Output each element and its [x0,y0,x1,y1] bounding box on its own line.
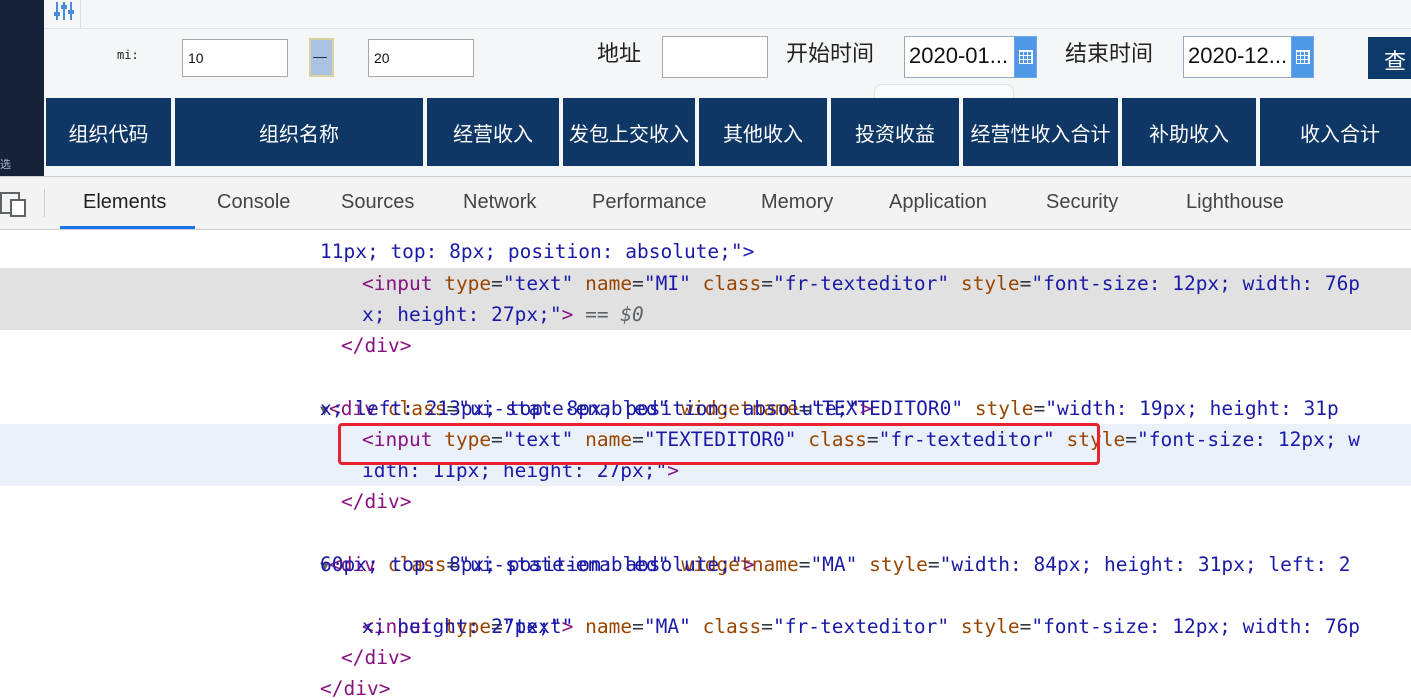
red-annotation-box [338,423,1100,465]
report-app: mi: 10 — 20 地址 开始时间 2020-01... 结束时间 2020… [44,0,1411,176]
end-time-label: 结束时间 [1065,42,1154,67]
sidebar-text-fragment: 选 [0,158,11,171]
query-button[interactable]: 查 [1368,37,1411,79]
devtools-panel: Elements Console Sources Network Perform… [0,176,1411,698]
mi-label: mi: [117,48,139,62]
start-calendar-icon[interactable] [1014,36,1037,78]
start-time-label: 开始时间 [786,42,875,67]
address-label: 地址 [597,42,642,67]
dom-line[interactable]: ▼<div class="ui-state-enabled" widgetnam… [0,518,1411,576]
column-header[interactable]: 组织名称 [175,98,423,166]
dom-line[interactable]: </div> [0,642,1411,673]
tab-network[interactable]: Network [463,191,536,214]
dom-line[interactable]: 11px; top: 8px; position: absolute;"> [0,236,1411,267]
dom-line[interactable]: x; left: 213px; top: 8px; position: abso… [0,393,1411,424]
dom-line[interactable]: </div> [0,330,1411,361]
device-toolbar-icon[interactable] [0,189,28,217]
column-header[interactable]: 组织代码 [46,98,171,166]
dom-line[interactable]: ▼<div class="ui-state-enabled" widgetnam… [0,362,1411,420]
toolbar-bottom-border [44,28,1411,29]
devtools-tab-bar: Elements Console Sources Network Perform… [0,177,1411,230]
dom-line-selected[interactable]: <input type="text" name="MI" class="fr-t… [0,268,1411,330]
column-header[interactable]: 投资收益 [831,98,959,166]
column-header[interactable]: 收入合计 [1260,98,1411,166]
dom-line[interactable]: 60px; top: 8px; position: absolute;"> [0,549,1411,580]
column-header[interactable]: 其他收入 [699,98,827,166]
dropdown-popup-edge [874,84,1014,98]
tab-sources[interactable]: Sources [341,191,414,214]
column-header[interactable]: 经营性收入合计 [963,98,1118,166]
tab-performance[interactable]: Performance [592,191,707,214]
active-tab-indicator [60,226,195,229]
dom-line[interactable]: </div> [0,673,1411,698]
filter-settings-icon[interactable] [52,0,76,22]
app-left-sidebar: 选 [0,0,44,176]
column-header[interactable]: 补助收入 [1122,98,1256,166]
dom-line[interactable]: x; height: 27px;"> [0,611,1411,642]
dom-line[interactable]: <input type="text" name="MA" class="fr-t… [0,580,1411,638]
end-calendar-icon[interactable] [1291,36,1314,78]
range-separator-text: — [313,48,327,64]
tab-application[interactable]: Application [889,191,987,214]
tab-elements[interactable]: Elements [83,191,166,214]
toolbar-divider [80,0,81,28]
dom-line[interactable]: </div> [0,486,1411,517]
tab-memory[interactable]: Memory [761,191,833,214]
tab-lighthouse[interactable]: Lighthouse [1186,191,1284,214]
mi-max-input[interactable]: 20 [368,39,474,77]
address-input[interactable] [662,36,768,78]
mi-min-input[interactable]: 10 [182,39,288,77]
column-header[interactable]: 经营收入 [427,98,559,166]
tab-bar-separator [44,189,45,217]
range-separator-editor[interactable]: — [309,38,334,77]
column-header[interactable]: 发包上交收入 [563,98,695,166]
tab-console[interactable]: Console [217,191,290,214]
tab-security[interactable]: Security [1046,191,1118,214]
